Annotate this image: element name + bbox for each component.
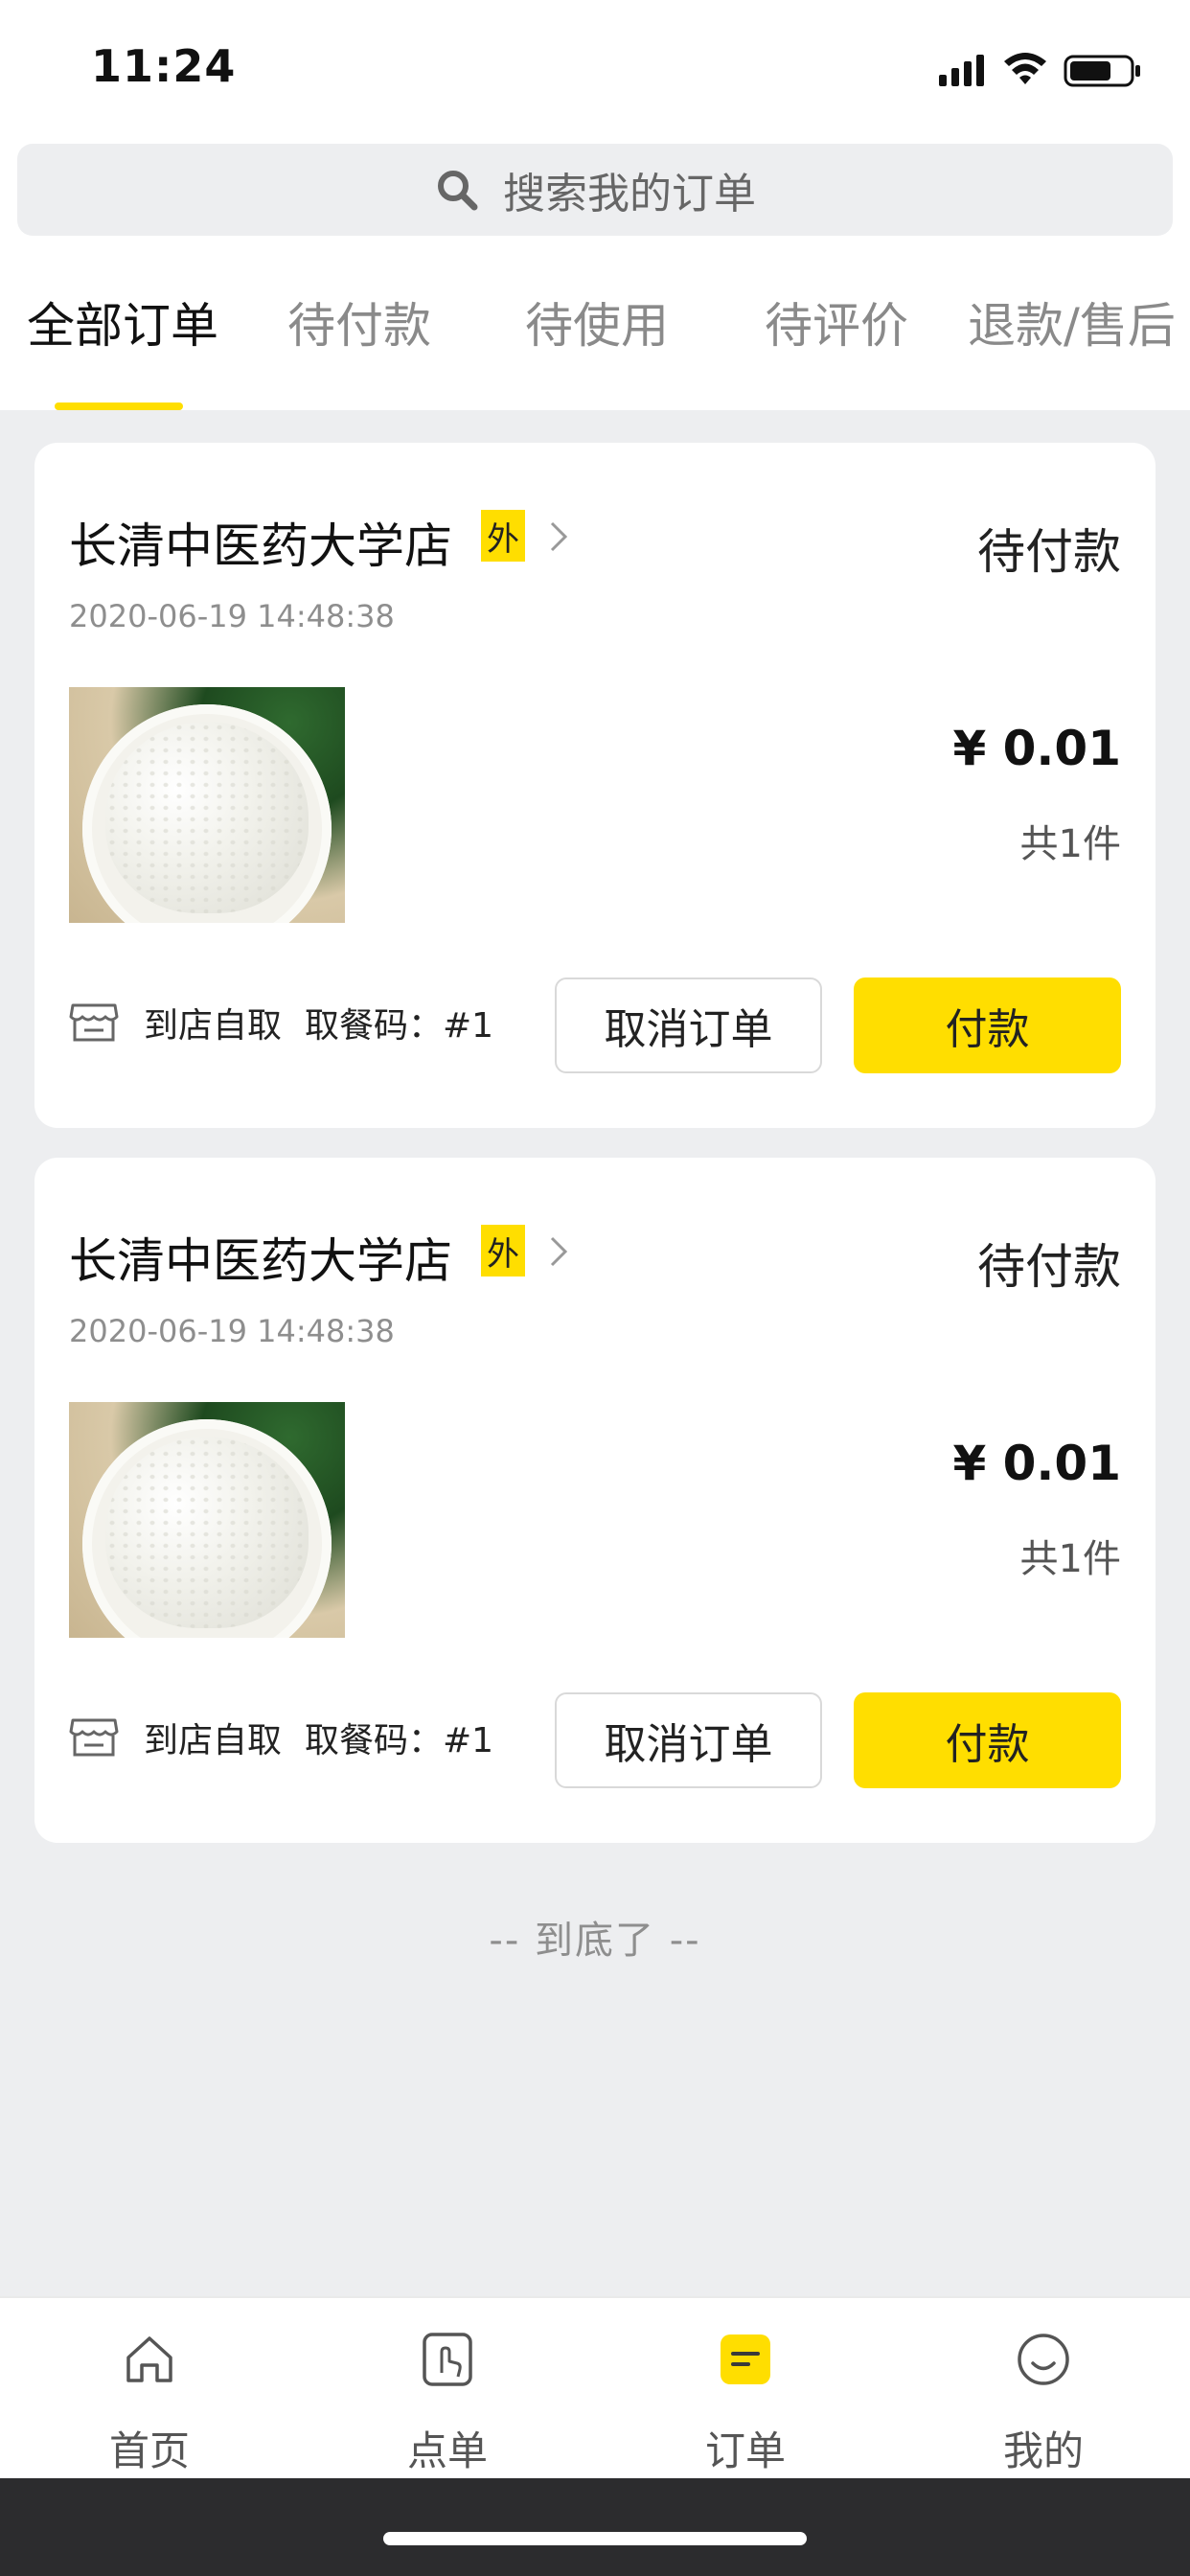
active-tab-indicator (55, 402, 183, 410)
nav-item-home[interactable]: 首页 (73, 2312, 226, 2474)
store-icon (69, 1003, 119, 1042)
chevron-right-icon[interactable] (544, 1232, 573, 1271)
order-date: 2020-06-19 14:48:38 (69, 598, 395, 634)
order-price: ¥ 0.01 (952, 1436, 1121, 1491)
tab-all-orders[interactable]: 全部订单 (27, 288, 218, 356)
pickup-method: 到店自取 (144, 1006, 283, 1046)
search-icon (438, 171, 478, 211)
nav-label-orders: 订单 (704, 2427, 786, 2474)
smile-icon (1018, 2334, 1069, 2385)
order-status: 待付款 (977, 1239, 1121, 1295)
status-time: 11:24 (91, 40, 237, 92)
tab-refund-aftersale[interactable]: 退款/售后 (968, 288, 1176, 356)
wifi-icon (1004, 53, 1046, 84)
nav-item-orders[interactable]: 订单 (669, 2312, 822, 2474)
order-date: 2020-06-19 14:48:38 (69, 1313, 395, 1349)
store-name[interactable]: 长清中医药大学店 (69, 1223, 452, 1292)
pickup-info: 到店自取 取餐码：#1 (69, 1714, 493, 1761)
cancel-order-button[interactable]: 取消订单 (555, 1692, 822, 1788)
product-image[interactable] (69, 1402, 345, 1638)
store-name[interactable]: 长清中医药大学店 (69, 508, 452, 577)
home-indicator-area (0, 2478, 1190, 2576)
order-card[interactable]: 长清中医药大学店 外 待付款 2020-06-19 14:48:38 ¥ 0.0… (34, 1158, 1156, 1843)
bottom-nav: 首页 点单 订单 我的 (0, 2296, 1190, 2478)
order-status: 待付款 (977, 524, 1121, 580)
pickup-method: 到店自取 (144, 1721, 283, 1760)
nav-item-order-food[interactable]: 点单 (371, 2312, 524, 2474)
nav-label-home: 首页 (108, 2427, 190, 2474)
order-card[interactable]: 长清中医药大学店 外 待付款 2020-06-19 14:48:38 ¥ 0.0… (34, 443, 1156, 1128)
pickup-code: 取餐码：#1 (305, 1721, 494, 1760)
end-of-list-text: -- 到底了 -- (489, 1919, 701, 1963)
order-tabs: 全部订单 待付款 待使用 待评价 退款/售后 (0, 288, 1190, 383)
nav-label-mine: 我的 (1002, 2427, 1084, 2474)
item-count: 共1件 (1019, 822, 1121, 866)
nav-item-mine[interactable]: 我的 (967, 2312, 1120, 2474)
order-tap-icon (423, 2333, 472, 2386)
order-price: ¥ 0.01 (952, 721, 1121, 776)
delivery-badge: 外 (481, 510, 525, 562)
pay-button[interactable]: 付款 (854, 1692, 1121, 1788)
tab-pending-payment[interactable]: 待付款 (287, 288, 431, 356)
chevron-right-icon[interactable] (544, 518, 573, 556)
home-indicator[interactable] (383, 2532, 807, 2545)
search-bar[interactable]: 搜索我的订单 (17, 144, 1173, 236)
battery-icon (1064, 55, 1140, 87)
cancel-order-button[interactable]: 取消订单 (555, 978, 822, 1073)
pickup-info: 到店自取 取餐码：#1 (69, 999, 493, 1046)
pickup-code: 取餐码：#1 (305, 1006, 494, 1046)
nav-label-order-food: 点单 (406, 2427, 488, 2474)
search-placeholder: 搜索我的订单 (503, 170, 756, 218)
status-bar: 11:24 (0, 0, 1190, 134)
store-icon (69, 1718, 119, 1757)
pay-button[interactable]: 付款 (854, 978, 1121, 1073)
orders-icon (721, 2334, 770, 2384)
item-count: 共1件 (1019, 1537, 1121, 1581)
cellular-signal-icon (939, 55, 984, 86)
tab-to-review[interactable]: 待评价 (765, 288, 908, 356)
home-icon (126, 2336, 172, 2382)
delivery-badge: 外 (481, 1225, 525, 1276)
product-image[interactable] (69, 687, 345, 923)
tab-to-use[interactable]: 待使用 (525, 288, 669, 356)
